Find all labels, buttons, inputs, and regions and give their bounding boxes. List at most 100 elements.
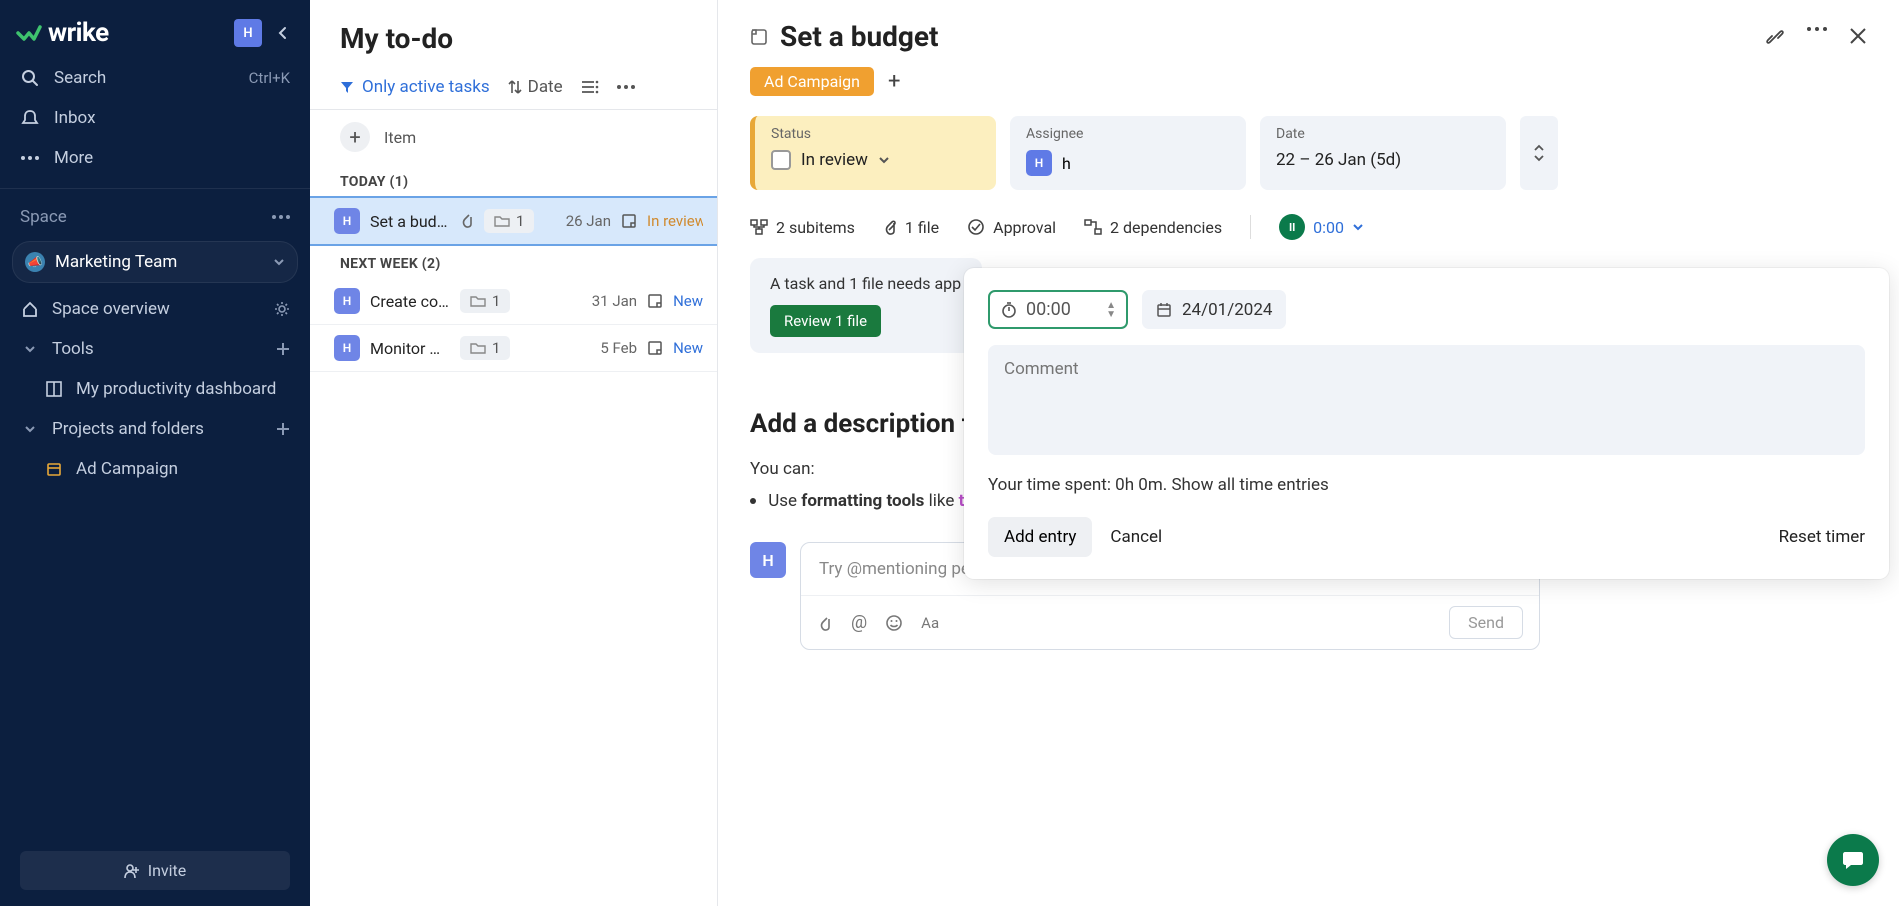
- chat-fab[interactable]: [1827, 834, 1879, 886]
- assignee-field[interactable]: Assignee H h: [1010, 116, 1246, 190]
- attachment-icon: [460, 213, 474, 229]
- folder-badge[interactable]: 1: [460, 336, 510, 360]
- project-tag[interactable]: Ad Campaign: [750, 67, 874, 96]
- time-tracking-popover: ▲▼ 24/01/2024 Your time spent: 0h 0m. Sh…: [964, 268, 1889, 579]
- status-checkbox[interactable]: [771, 150, 791, 170]
- projects-item[interactable]: Projects and folders: [0, 409, 310, 449]
- approval-meta[interactable]: Approval: [967, 218, 1056, 237]
- add-icon: +: [340, 122, 370, 152]
- folder-badge[interactable]: 1: [484, 209, 534, 233]
- inbox-row[interactable]: Inbox: [0, 98, 310, 138]
- folder-icon: [470, 341, 486, 355]
- space-menu-icon[interactable]: [272, 215, 290, 219]
- dependencies-meta[interactable]: 2 dependencies: [1084, 218, 1222, 237]
- mention-icon[interactable]: @: [851, 612, 867, 633]
- review-file-button[interactable]: Review 1 file: [770, 305, 881, 337]
- task-list-panel: My to-do Only active tasks Date + Item T…: [310, 0, 718, 906]
- format-icon[interactable]: Aa: [921, 614, 939, 632]
- folder-icon: [470, 294, 486, 308]
- task-title: Create content: [370, 292, 450, 311]
- task-date: 5 Feb: [600, 339, 637, 357]
- detail-more-icon[interactable]: [1807, 27, 1827, 47]
- task-date: 26 Jan: [566, 212, 611, 230]
- task-date: 31 Jan: [592, 292, 637, 310]
- space-selector[interactable]: 📣 Marketing Team: [12, 241, 298, 283]
- search-shortcut: Ctrl+K: [249, 69, 290, 87]
- date-value: 24/01/2024: [1182, 300, 1272, 320]
- time-input-wrapper[interactable]: ▲▼: [988, 290, 1128, 329]
- time-comment-input[interactable]: [988, 345, 1865, 455]
- task-row[interactable]: H Monitor KPIs 1 5 Feb New: [310, 325, 717, 372]
- add-tag-icon[interactable]: +: [888, 69, 900, 94]
- more-icon: [20, 148, 40, 168]
- note-icon[interactable]: [647, 293, 663, 309]
- approval-text: A task and 1 file needs approval: [770, 274, 962, 293]
- date-field[interactable]: Date 22 – 26 Jan (5d): [1260, 116, 1506, 190]
- assignee-avatar: H: [1026, 150, 1052, 176]
- gear-icon[interactable]: [274, 301, 290, 317]
- add-project-icon[interactable]: [276, 422, 290, 436]
- send-button[interactable]: Send: [1449, 606, 1523, 639]
- bell-icon: [20, 108, 40, 128]
- space-icon: 📣: [25, 252, 45, 272]
- task-avatar: H: [334, 335, 360, 361]
- close-icon[interactable]: [1849, 27, 1867, 47]
- assignee-value: h: [1062, 154, 1071, 173]
- task-status: New: [673, 339, 703, 357]
- status-field-label: Status: [771, 126, 980, 142]
- time-input[interactable]: [1026, 299, 1086, 320]
- note-icon[interactable]: [647, 340, 663, 356]
- user-avatar[interactable]: H: [234, 19, 262, 47]
- calendar-icon: [1156, 302, 1172, 318]
- sort-control[interactable]: Date: [508, 77, 563, 97]
- sidebar: wrike H Search Ctrl+K Inbox More Space 📣: [0, 0, 310, 906]
- time-spinner[interactable]: ▲▼: [1106, 301, 1116, 319]
- list-options-icon[interactable]: [581, 80, 599, 94]
- attach-icon[interactable]: [817, 614, 833, 632]
- emoji-icon[interactable]: [885, 614, 903, 632]
- time-spent-text[interactable]: Your time spent: 0h 0m. Show all time en…: [988, 475, 1865, 495]
- add-tool-icon[interactable]: [276, 342, 290, 356]
- tools-item[interactable]: Tools: [0, 329, 310, 369]
- task-status: In review: [647, 212, 703, 230]
- link-icon[interactable]: [1765, 27, 1785, 47]
- timer-value: 0:00: [1313, 218, 1344, 237]
- note-icon[interactable]: [621, 213, 637, 229]
- search-row[interactable]: Search Ctrl+K: [0, 58, 310, 98]
- task-title: Monitor KPIs: [370, 339, 450, 358]
- search-label: Search: [54, 68, 106, 88]
- task-row[interactable]: H Create content 1 31 Jan New: [310, 278, 717, 325]
- attachment-icon: [883, 218, 897, 236]
- add-item-row[interactable]: + Item: [310, 110, 717, 164]
- expand-fields-icon[interactable]: [1520, 116, 1558, 190]
- description-prompt[interactable]: Add a description for this task…: [750, 409, 982, 439]
- task-icon: [750, 28, 768, 46]
- filter-active-tasks[interactable]: Only active tasks: [340, 77, 490, 97]
- collapse-sidebar-icon[interactable]: [272, 22, 294, 44]
- more-options-icon[interactable]: [617, 85, 635, 89]
- invite-button[interactable]: Invite: [20, 851, 290, 890]
- space-overview-item[interactable]: Space overview: [0, 289, 310, 329]
- task-row[interactable]: H Set a budget 1 26 Jan In review: [310, 196, 717, 246]
- chevron-down-icon: [20, 419, 40, 439]
- brand-logo[interactable]: wrike: [16, 18, 109, 48]
- more-row[interactable]: More: [0, 138, 310, 178]
- subitems-meta[interactable]: 2 subitems: [750, 218, 855, 237]
- sort-icon: [508, 79, 522, 95]
- detail-title: Set a budget: [780, 20, 939, 53]
- timer-control[interactable]: II 0:00: [1279, 214, 1364, 240]
- add-entry-button[interactable]: Add entry: [988, 517, 1092, 557]
- cancel-button[interactable]: Cancel: [1110, 527, 1162, 547]
- status-field[interactable]: Status In review: [750, 116, 996, 190]
- date-input[interactable]: 24/01/2024: [1142, 290, 1286, 329]
- project-item[interactable]: Ad Campaign: [0, 449, 310, 489]
- add-item-label: Item: [384, 128, 416, 147]
- reset-timer-button[interactable]: Reset timer: [1779, 527, 1865, 547]
- folder-icon: [494, 214, 510, 228]
- files-meta[interactable]: 1 file: [883, 218, 939, 237]
- folder-badge[interactable]: 1: [460, 289, 510, 313]
- dashboard-item[interactable]: My productivity dashboard: [0, 369, 310, 409]
- pause-icon: II: [1279, 214, 1305, 240]
- dashboard-label: My productivity dashboard: [76, 379, 276, 399]
- more-label: More: [54, 148, 93, 168]
